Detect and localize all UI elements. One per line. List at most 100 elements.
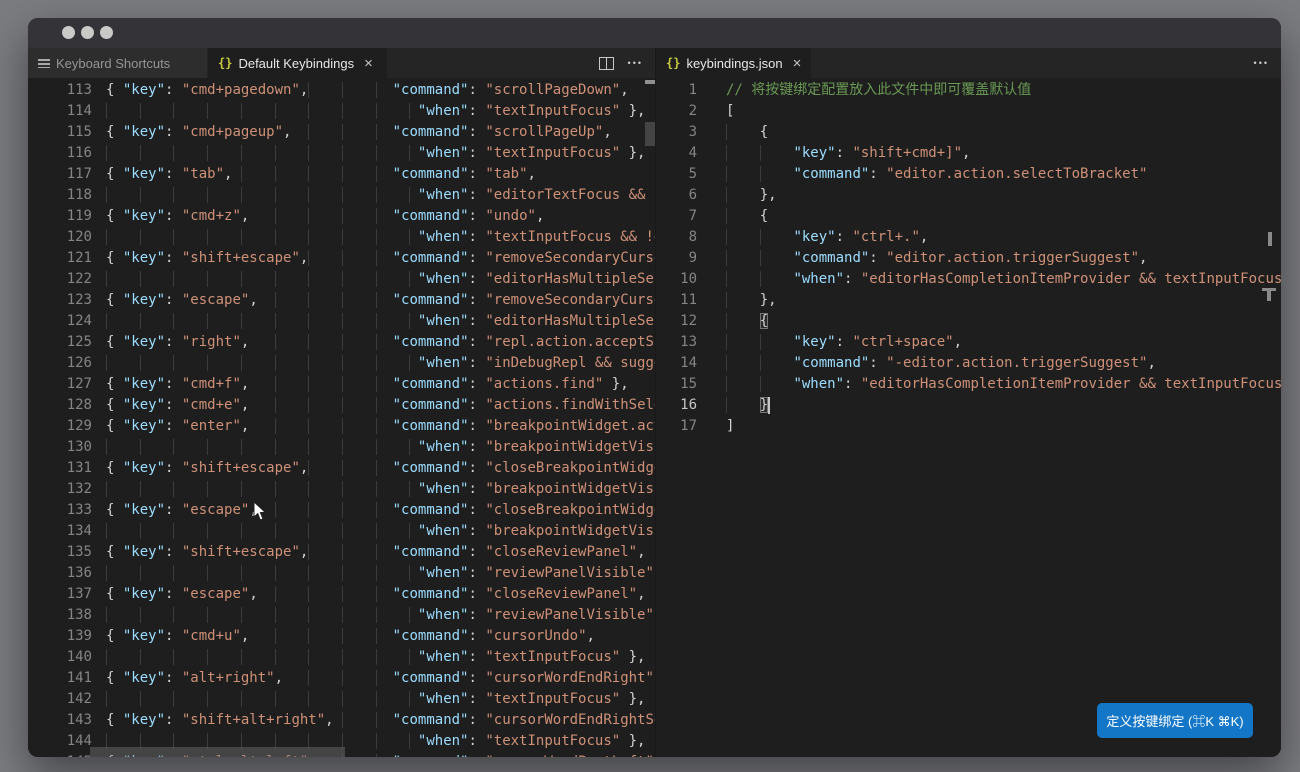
code-line[interactable]: 117{ "key": "tab", "command": "tab", [28,164,655,185]
code-line[interactable]: 12 { [656,311,1281,332]
code-line[interactable]: 138 "when": "reviewPanelVisible" }, [28,605,655,626]
code-line[interactable]: 5 "command": "editor.action.selectToBrac… [656,164,1281,185]
vertical-scrollbar-thumb[interactable] [645,122,655,146]
code-line[interactable]: 7 { [656,206,1281,227]
indent-guide [173,649,207,665]
code-line[interactable]: 135 { "key": "shift+escape", "command": "… [28,542,655,563]
code-token: , [249,586,258,602]
line-number: 117 [66,166,92,182]
code-line[interactable]: 124 "when": "editorHasMultipleSelections… [28,311,655,332]
code-line[interactable]: 6 }, [656,185,1281,206]
code-token: "when" [417,145,469,161]
code-line[interactable]: 119{ "key": "cmd+z", "command": "undo", [28,206,655,227]
tab-keyboard-shortcuts[interactable]: Keyboard Shortcuts [28,48,208,78]
indent-guide [241,649,275,665]
code-token: "when" [417,481,469,497]
code-line[interactable]: 11 }, [656,290,1281,311]
code-line[interactable]: 123 { "key": "escape", "command": "remove… [28,290,655,311]
code-line[interactable]: 8 "key": "ctrl+.", [656,227,1281,248]
keybindings-json-editor[interactable]: 1// 将按键绑定配置放入此文件中即可覆盖默认值 2[3 {4 "key": "s… [655,78,1281,757]
close-tab-icon[interactable]: × [364,56,373,71]
code-line[interactable]: 14 "command": "-editor.action.triggerSug… [656,353,1281,374]
indent-guide [342,187,376,203]
code-token: "when" [417,691,469,707]
code-line[interactable]: 16 } [656,395,1281,416]
line-number: 114 [66,103,92,119]
code-line[interactable]: 1 // 将按键绑定配置放入此文件中即可覆盖默认值 [656,80,1281,101]
code-line[interactable]: 15 "when": "editorHasCompletionItemProvi… [656,374,1281,395]
indent-guide [760,271,794,287]
code-line[interactable]: 122 "when": "editorHasMultipleSelections… [28,269,655,290]
code-line[interactable]: 143 { "key": "shift+alt+right", "command"… [28,710,655,731]
indent-guide [376,481,410,497]
code-line[interactable]: 17] [656,416,1281,437]
minimize-window-button[interactable] [81,26,94,39]
indent-guide [140,439,174,455]
indent-guide [106,229,140,245]
code-line[interactable]: 115 { "key": "cmd+pageup", "command": "sc… [28,122,655,143]
code-line[interactable]: 129{ "key": "enter", "command": "breakpo… [28,416,655,437]
code-line[interactable]: 133 { "key": "escape", "command": "closeB… [28,500,655,521]
code-line[interactable]: 4 "key": "shift+cmd+]", [656,143,1281,164]
indent-guide [140,103,174,119]
code-line[interactable]: 131{ "key": "shift+escape", "command": "… [28,458,655,479]
code-line[interactable]: 130 "when": "breakpointWidgetVisible && … [28,437,655,458]
code-line[interactable]: 136 "when": "reviewPanelVisible" }, [28,563,655,584]
code-line[interactable]: 142 "when": "textInputFocus" }, [28,689,655,710]
line-number: 125 [66,334,92,350]
indent-guide [173,271,207,287]
code-line[interactable]: 116 "when": "textInputFocus" }, [28,143,655,164]
close-window-button[interactable] [62,26,75,39]
code-line[interactable]: 3 { [656,122,1281,143]
code-line[interactable]: 120 "when": "textInputFocus && !editorRe… [28,227,655,248]
code-line[interactable]: 141 { "key": "alt+right", "command": "cur… [28,668,655,689]
code-token: }, [620,649,646,665]
code-line[interactable]: 125{ "key": "right", "command": "repl.ac… [28,332,655,353]
indent-guide [760,376,794,392]
code-line[interactable]: 2[ [656,101,1281,122]
code-token: : [165,124,182,140]
code-line[interactable]: 9 "command": "editor.action.triggerSugge… [656,248,1281,269]
code-line[interactable]: 13 "key": "ctrl+space", [656,332,1281,353]
code-token: "shift+alt+right" [181,712,326,728]
code-token: "when" [417,313,469,329]
tab-keybindings-json[interactable]: {} keybindings.json × [656,48,813,78]
code-line[interactable]: 10 "when": "editorHasCompletionItemProvi… [656,269,1281,290]
indent-guide [409,313,417,329]
maximize-window-button[interactable] [100,26,113,39]
split-editor-icon[interactable] [598,56,614,70]
indent-guide [308,208,342,224]
close-tab-icon[interactable]: × [793,56,802,71]
code-token: , [249,292,258,308]
code-token: "key" [122,544,166,560]
code-line[interactable]: 118 "when": "editorTextFocus && !editorR… [28,185,655,206]
code-line[interactable]: 121{ "key": "shift+escape", "command": "… [28,248,655,269]
code-token: "command" [392,544,469,560]
desktop: { "colors":{ "accent_button":"#1376c6","… [0,0,1300,772]
code-token: "cmd+z" [181,208,241,224]
code-line[interactable]: 126 "when": "inDebugRepl && suggestWidge… [28,353,655,374]
code-line[interactable]: 132 "when": "breakpointWidgetVisible && … [28,479,655,500]
overview-ruler-mark [1268,232,1272,246]
default-keybindings-editor[interactable]: 113 { "key": "cmd+pagedown", "command": "… [28,78,655,757]
more-actions-icon[interactable]: ••• [1254,58,1269,68]
code-line[interactable]: 140 "when": "textInputFocus" }, [28,647,655,668]
code-line[interactable]: 127{ "key": "cmd+f", "command": "actions… [28,374,655,395]
indent-guide [726,397,760,413]
horizontal-scrollbar-thumb[interactable] [90,747,345,757]
line-number: 121 [66,250,92,266]
code-line[interactable]: 139 { "key": "cmd+u", "command": "cursorU… [28,626,655,647]
code-token: "closeReviewPanel" [485,544,638,560]
tab-default-keybindings[interactable]: {} Default Keybindings × [208,48,388,78]
titlebar[interactable] [28,18,1281,48]
code-line[interactable]: 137 { "key": "escape", "command": "closeR… [28,584,655,605]
indent-guide [376,733,410,749]
code-line[interactable]: 113 { "key": "cmd+pagedown", "command": "… [28,80,655,101]
code-line[interactable]: 114 "when": "textInputFocus" }, [28,101,655,122]
more-actions-icon[interactable]: ••• [628,58,643,68]
code-token: // 将按键绑定配置放入此文件中即可覆盖默认值 [726,82,1032,98]
code-line[interactable]: 134 "when": "breakpointWidgetVisible && … [28,521,655,542]
define-keybinding-button[interactable]: 定义按键绑定 (⌘K ⌘K) [1097,703,1253,738]
code-line[interactable]: 128{ "key": "cmd+e", "command": "actions… [28,395,655,416]
line-number: 126 [66,355,92,371]
